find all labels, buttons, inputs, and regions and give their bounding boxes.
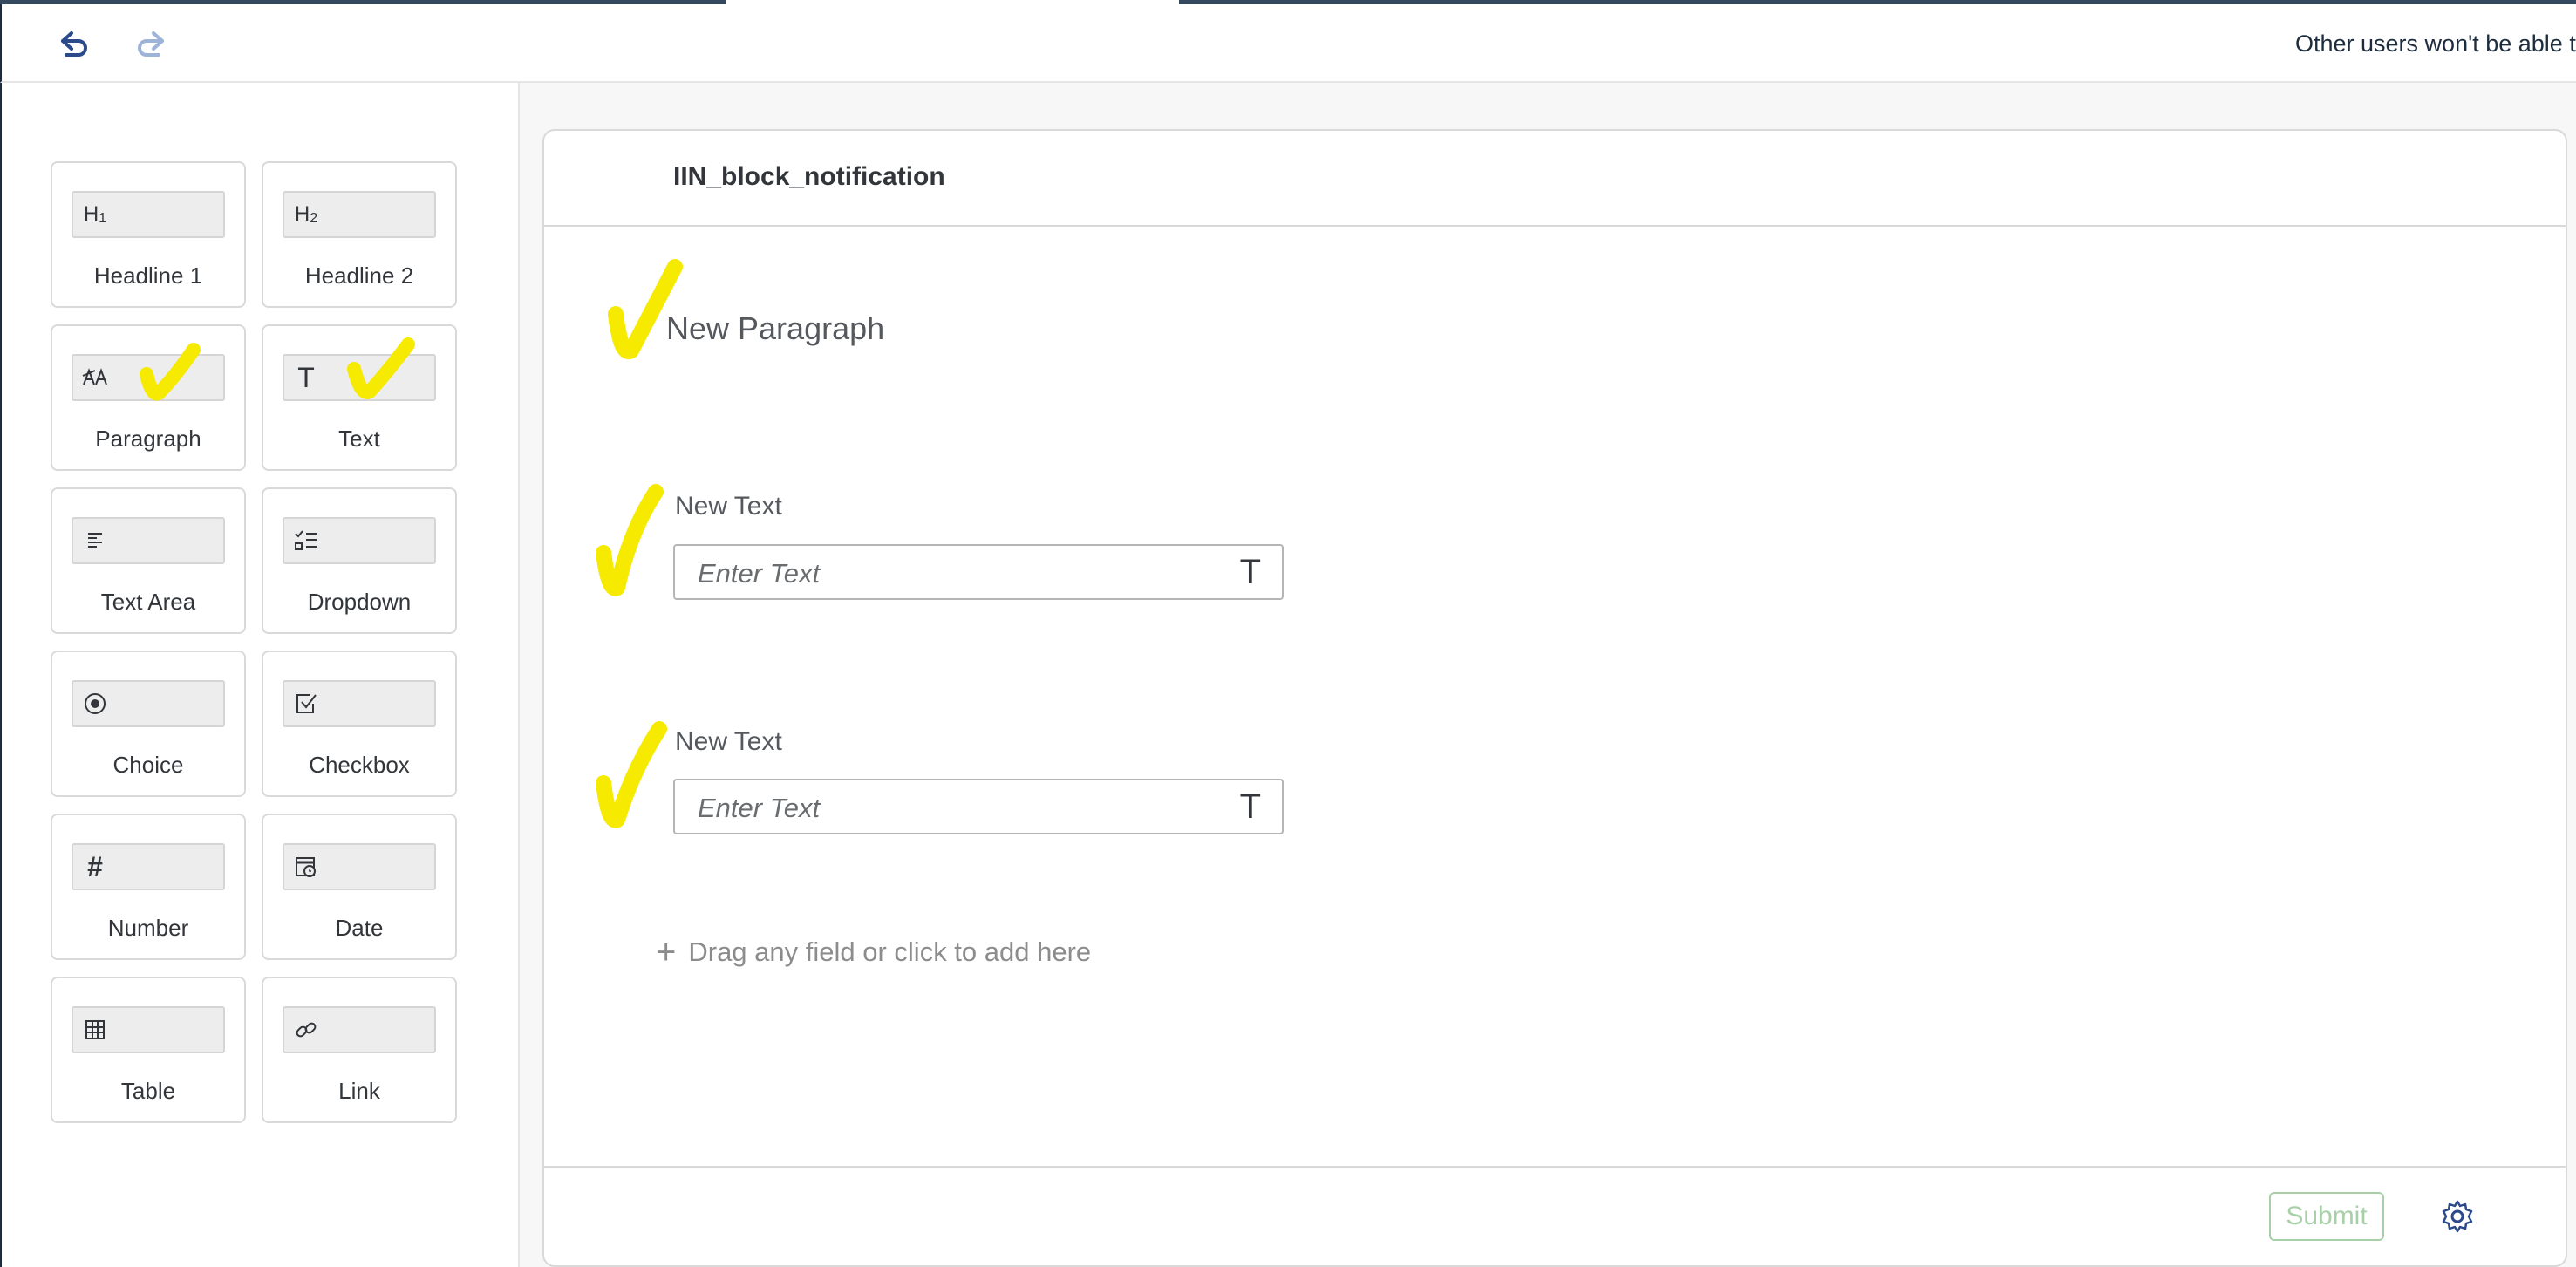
- palette-tile-choice[interactable]: Choice: [51, 651, 246, 797]
- paragraph-icon: [80, 363, 110, 392]
- palette-tile-table[interactable]: Table: [51, 977, 246, 1123]
- tile-label: Text: [338, 426, 380, 452]
- undo-icon: [61, 31, 87, 57]
- form-card: IIN_block_notification New Paragraph New…: [542, 129, 2567, 1267]
- palette-tile-dropdown[interactable]: Dropdown: [262, 487, 457, 634]
- annotation-checkmark: [608, 259, 683, 359]
- tile-preview: [283, 1006, 436, 1053]
- link-icon: [291, 1015, 321, 1045]
- tile-preview: H2: [283, 191, 436, 238]
- tile-label: Number: [107, 915, 189, 941]
- palette-tile-date[interactable]: Date: [262, 814, 457, 960]
- palette-tile-headline-1[interactable]: H1 Headline 1: [51, 161, 246, 308]
- tile-label: Headline 2: [304, 262, 414, 289]
- tile-label: Date: [335, 915, 384, 941]
- tile-preview: [283, 517, 436, 564]
- calendar-icon: [291, 852, 321, 882]
- input-placeholder: Enter Text: [698, 793, 821, 823]
- undo-button[interactable]: [49, 20, 98, 69]
- paragraph-element[interactable]: New Paragraph: [666, 310, 884, 347]
- toolbar: Other users won't be able to: [0, 4, 2576, 83]
- form-header: IIN_block_notification: [544, 131, 2566, 227]
- redo-icon: [138, 31, 164, 57]
- add-field-label: Drag any field or click to add here: [688, 937, 1092, 967]
- annotation-checkmark: [596, 484, 664, 596]
- number-icon: #: [87, 850, 103, 882]
- tile-label: Link: [338, 1078, 380, 1104]
- tile-preview: [72, 517, 225, 564]
- tile-preview: [72, 680, 225, 727]
- tile-preview: [72, 354, 225, 401]
- checkbox-icon: [291, 689, 321, 719]
- table-icon: [80, 1015, 110, 1045]
- text-area-icon: [80, 526, 110, 555]
- input-placeholder: Enter Text: [698, 558, 821, 589]
- headline1-icon: H1: [83, 202, 107, 226]
- tile-preview: [283, 680, 436, 727]
- field-label-2[interactable]: New Text: [675, 727, 782, 757]
- palette-tile-paragraph[interactable]: Paragraph: [51, 324, 246, 471]
- text-input-1[interactable]: Enter Text T: [673, 544, 1284, 600]
- lock-message: Other users won't be able to: [2295, 31, 2576, 57]
- headline2-icon: H2: [294, 202, 318, 226]
- submit-button[interactable]: Submit: [2269, 1192, 2384, 1241]
- tile-preview: [72, 1006, 225, 1053]
- palette-tile-text[interactable]: T Text: [262, 324, 457, 471]
- tile-label: Text Area: [100, 589, 196, 615]
- add-field-dropzone[interactable]: + Drag any field or click to add here: [656, 935, 1091, 970]
- tile-preview: #: [72, 843, 225, 890]
- tile-label: Table: [120, 1078, 176, 1104]
- field-palette: H1 Headline 1 H2 Headline 2 Paragraph T …: [0, 83, 520, 1267]
- tile-label: Choice: [112, 752, 184, 778]
- tile-preview: H1: [72, 191, 225, 238]
- palette-tile-checkbox[interactable]: Checkbox: [262, 651, 457, 797]
- tile-preview: [283, 843, 436, 890]
- form-footer: Submit: [544, 1166, 2566, 1265]
- text-input-2[interactable]: Enter Text T: [673, 779, 1284, 834]
- text-type-icon: T: [1239, 787, 1261, 826]
- field-label-1[interactable]: New Text: [675, 492, 782, 521]
- settings-button[interactable]: [2436, 1195, 2478, 1237]
- form-title: IIN_block_notification: [673, 162, 945, 191]
- redo-button[interactable]: [127, 20, 176, 69]
- palette-tile-number[interactable]: # Number: [51, 814, 246, 960]
- tile-label: Dropdown: [307, 589, 412, 615]
- palette-tile-link[interactable]: Link: [262, 977, 457, 1123]
- palette-tile-text-area[interactable]: Text Area: [51, 487, 246, 634]
- tile-label: Headline 1: [93, 262, 203, 289]
- text-type-icon: T: [1239, 553, 1261, 591]
- plus-icon: +: [656, 933, 677, 971]
- tile-label: Checkbox: [309, 752, 410, 778]
- radio-icon: [80, 689, 110, 719]
- annotation-checkmark: [596, 721, 667, 828]
- palette-tile-headline-2[interactable]: H2 Headline 2: [262, 161, 457, 308]
- text-icon: T: [297, 361, 315, 393]
- dropdown-icon: [291, 526, 321, 555]
- gear-icon: [2442, 1200, 2473, 1233]
- tile-preview: T: [283, 354, 436, 401]
- tile-label: Paragraph: [95, 426, 201, 452]
